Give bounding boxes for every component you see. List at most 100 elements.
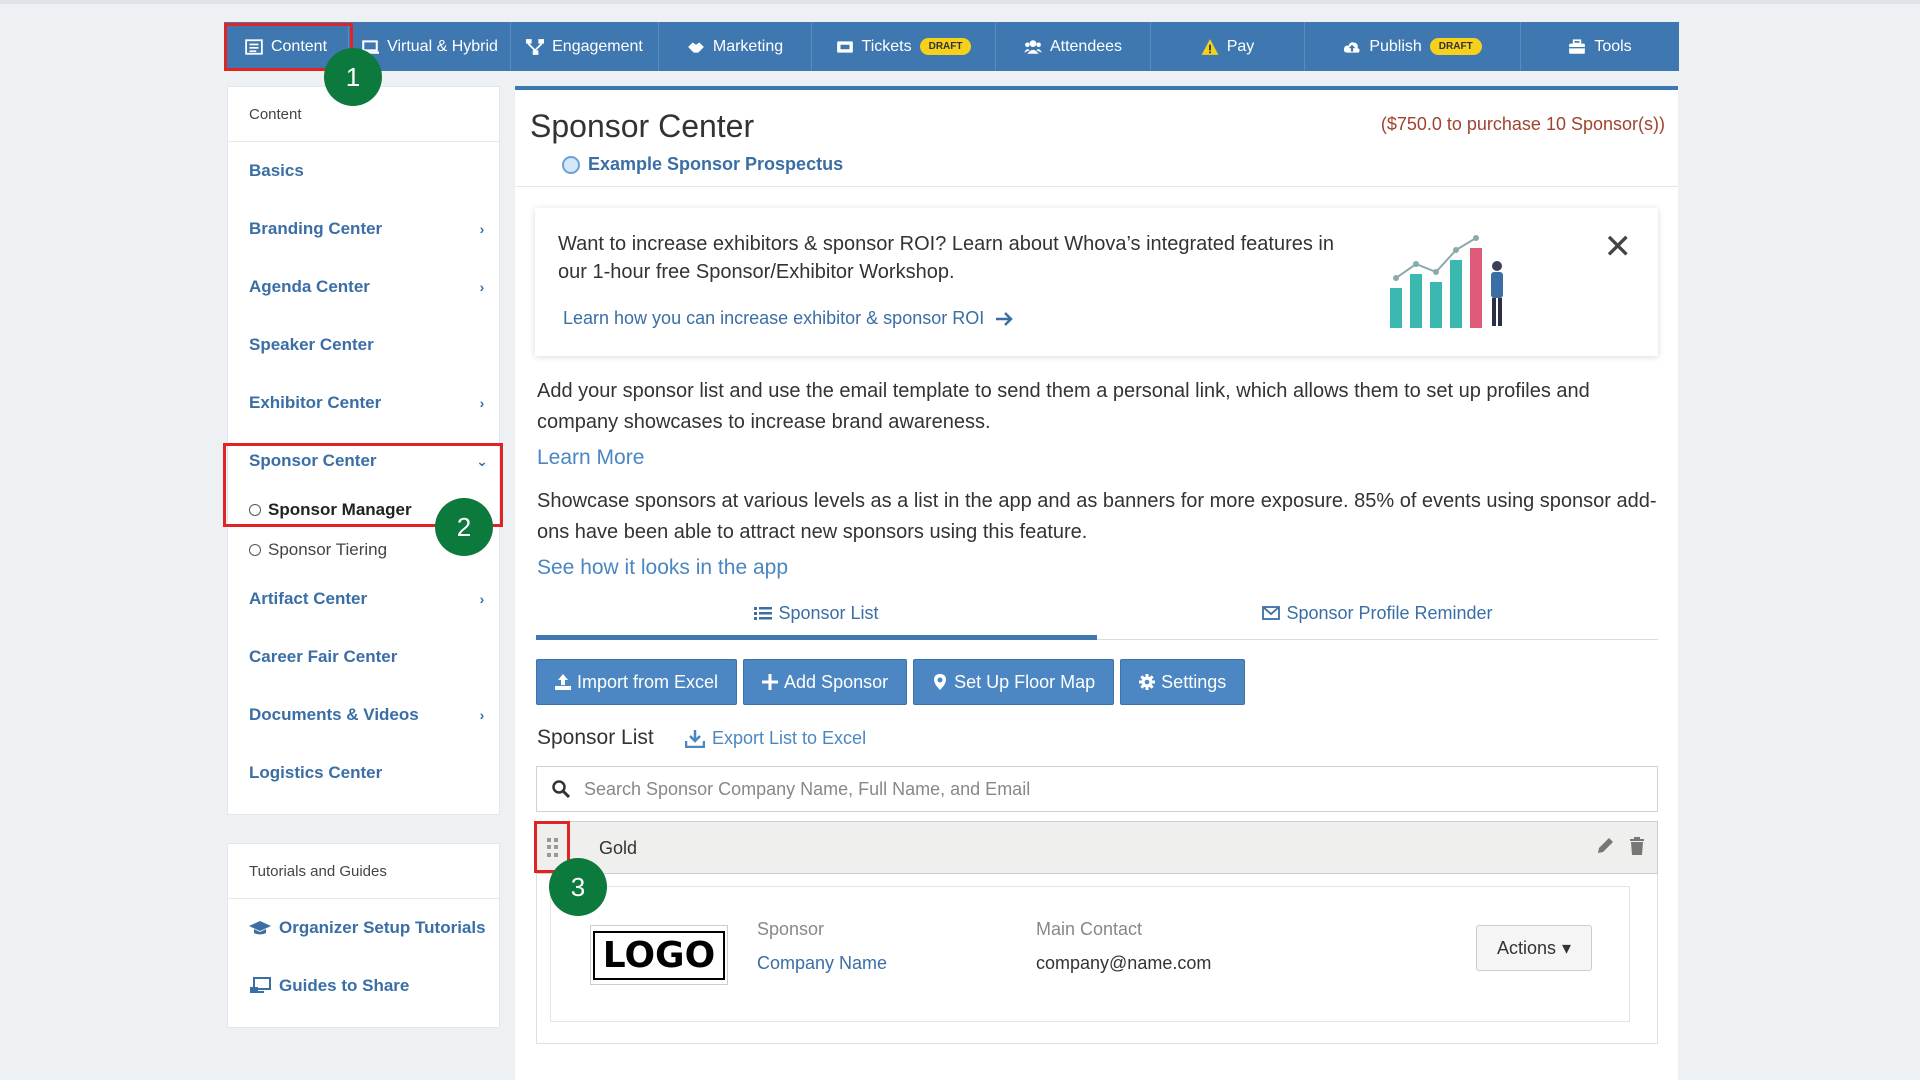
nav-pay-label: Pay — [1226, 37, 1255, 55]
sidebar-item-artifact-center[interactable]: Artifact Center › — [228, 570, 499, 628]
sitemap-icon — [526, 38, 545, 55]
price-note: ($750.0 to purchase 10 Sponsor(s)) — [1380, 114, 1665, 134]
sidebar-item-career-fair-center[interactable]: Career Fair Center — [228, 628, 499, 686]
nav-marketing[interactable]: Marketing — [659, 22, 812, 71]
map-marker-icon — [934, 674, 947, 690]
divider — [515, 186, 1678, 187]
prospectus-link[interactable]: Example Sponsor Prospectus — [562, 154, 843, 175]
button-label: Add Sponsor — [784, 671, 889, 692]
tab-bar: Sponsor List Sponsor Profile Reminder — [536, 590, 1658, 640]
sidebar-item-documents-videos[interactable]: Documents & Videos › — [228, 686, 499, 744]
sidebar-item-label: Branding Center — [249, 219, 383, 238]
nav-tickets-label: Tickets — [861, 37, 912, 55]
tutorials-panel: Tutorials and Guides Organizer Setup Tut… — [227, 843, 500, 1028]
warning-icon — [1201, 38, 1219, 55]
sidebar-item-logistics-center[interactable]: Logistics Center — [228, 744, 499, 802]
sidebar-item-basics[interactable]: Basics — [228, 142, 499, 200]
tier-actions — [1595, 836, 1647, 856]
download-icon — [685, 729, 705, 748]
nav-publish-label: Publish — [1369, 37, 1422, 55]
pencil-icon[interactable] — [1595, 836, 1615, 856]
envelope-icon — [1262, 606, 1281, 620]
sidebar-item-exhibitor-center[interactable]: Exhibitor Center › — [228, 374, 499, 432]
sidebar-item-label: Guides to Share — [279, 976, 410, 995]
cloud-upload-icon — [1344, 41, 1360, 53]
caret-down-icon: ▾ — [1561, 937, 1572, 958]
nav-marketing-label: Marketing — [712, 37, 784, 55]
nav-engagement[interactable]: Engagement — [511, 22, 659, 71]
plus-icon — [762, 674, 779, 690]
sidebar-item-label: Sponsor Center — [249, 451, 377, 470]
sidebar-item-label: Basics — [249, 161, 304, 180]
sidebar-item-guides-to-share[interactable]: Guides to Share — [228, 957, 499, 1015]
top-navigation: Content Virtual & Hybrid Engagement Mark… — [224, 22, 1679, 71]
add-sponsor-button[interactable]: Add Sponsor — [743, 659, 908, 705]
import-excel-button[interactable]: Import from Excel — [536, 659, 738, 705]
list-icon — [754, 607, 773, 620]
tier-row: Gold — [536, 821, 1658, 874]
sidebar-item-speaker-center[interactable]: Speaker Center — [228, 316, 499, 374]
button-label: Set Up Floor Map — [954, 671, 1096, 692]
actions-dropdown-button[interactable]: Actions ▾ — [1476, 925, 1592, 971]
toolbox-icon — [1569, 38, 1586, 54]
main-contact-label: Main Contact — [1036, 919, 1143, 939]
sidebar-item-label: Agenda Center — [249, 277, 370, 296]
nav-tools-label: Tools — [1594, 37, 1632, 55]
nav-attendees[interactable]: Attendees — [996, 22, 1151, 71]
arrow-right-icon — [996, 311, 1014, 326]
search-icon — [552, 780, 570, 798]
nav-content-label: Content — [270, 37, 328, 55]
drag-handle-icon[interactable] — [547, 838, 559, 858]
annotation-circle-1: 1 — [324, 48, 382, 106]
settings-button[interactable]: Settings — [1120, 659, 1246, 705]
see-in-app-link[interactable]: See how it looks in the app — [537, 556, 788, 580]
close-icon[interactable]: ✕ — [1604, 230, 1633, 264]
share-screen-icon — [250, 977, 271, 993]
handshake-icon — [688, 42, 704, 53]
graduation-cap-icon — [249, 921, 271, 935]
promo-banner: Want to increase exhibitors & sponsor RO… — [535, 208, 1658, 356]
sponsor-list-label: Sponsor List — [537, 726, 654, 749]
promo-link-label: Learn how you can increase exhibitor & s… — [563, 308, 985, 328]
tier-name: Gold — [599, 838, 638, 858]
main-contact-email: company@name.com — [1036, 953, 1212, 973]
promo-link[interactable]: Learn how you can increase exhibitor & s… — [563, 308, 1014, 329]
nav-pay[interactable]: Pay — [1151, 22, 1305, 71]
search-input[interactable] — [584, 778, 1584, 800]
learn-more-link[interactable]: Learn More — [537, 446, 644, 470]
sidebar-item-agenda-center[interactable]: Agenda Center › — [228, 258, 499, 316]
search-bar — [536, 766, 1658, 812]
chevron-down-icon: ⌄ — [476, 452, 488, 469]
sidebar-item-label: Career Fair Center — [249, 647, 398, 666]
sidebar-subitem-label: Sponsor Manager — [268, 500, 412, 519]
sidebar-item-branding-center[interactable]: Branding Center › — [228, 200, 499, 258]
draft-badge: DRAFT — [1429, 38, 1482, 55]
document-icon — [562, 155, 580, 174]
main-panel: Sponsor Center ($750.0 to purchase 10 Sp… — [515, 86, 1678, 1080]
nav-publish[interactable]: Publish DRAFT — [1305, 22, 1521, 71]
nav-tickets[interactable]: Tickets DRAFT — [812, 22, 996, 71]
active-tab-indicator — [536, 635, 1097, 640]
button-label: Import from Excel — [577, 671, 719, 692]
prospectus-label: Example Sponsor Prospectus — [588, 154, 844, 174]
sidebar-item-label: Speaker Center — [249, 335, 374, 354]
radio-icon — [249, 504, 261, 516]
chevron-right-icon: › — [479, 591, 485, 607]
sidebar-subitem-label: Sponsor Tiering — [268, 540, 388, 559]
sponsor-card: LOGO Sponsor Company Name Main Contact c… — [550, 886, 1630, 1022]
floor-map-button[interactable]: Set Up Floor Map — [913, 659, 1115, 705]
export-label: Export List to Excel — [712, 728, 867, 748]
sponsor-company-name[interactable]: Company Name — [757, 953, 887, 974]
sidebar-item-label: Organizer Setup Tutorials — [279, 918, 486, 937]
nav-virtual-hybrid-label: Virtual & Hybrid — [387, 37, 498, 55]
tab-sponsor-profile-reminder[interactable]: Sponsor Profile Reminder — [1097, 590, 1658, 636]
export-excel-link[interactable]: Export List to Excel — [685, 728, 866, 749]
radio-icon — [249, 544, 261, 556]
sidebar-item-organizer-tutorials[interactable]: Organizer Setup Tutorials — [228, 899, 499, 957]
trash-icon[interactable] — [1627, 836, 1647, 856]
chart-illustration-icon — [1390, 235, 1503, 328]
tab-sponsor-list[interactable]: Sponsor List — [536, 590, 1097, 636]
chevron-right-icon: › — [479, 221, 485, 237]
nav-tools[interactable]: Tools — [1521, 22, 1679, 71]
sidebar-item-sponsor-center[interactable]: Sponsor Center ⌄ — [228, 432, 499, 490]
